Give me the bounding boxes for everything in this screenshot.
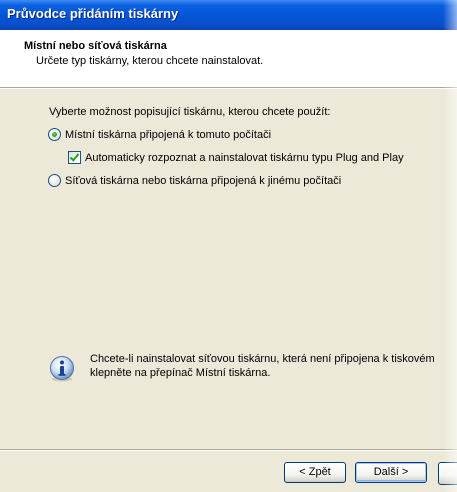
wizard-header: Místní nebo síťová tiskárna Určete typ t… <box>0 30 457 88</box>
radio-button-selected[interactable] <box>48 128 61 141</box>
next-button[interactable]: Další > <box>355 462 427 483</box>
back-button[interactable]: < Zpět <box>284 462 346 483</box>
wizard-content: Vyberte možnost popisující tiskárnu, kte… <box>0 89 457 439</box>
selection-prompt: Vyberte možnost popisující tiskárnu, kte… <box>49 106 331 118</box>
radio-local-printer-label[interactable]: Místní tiskárna připojená k tomuto počít… <box>65 129 271 141</box>
plug-and-play-label[interactable]: Automaticky rozpoznat a nainstalovat tis… <box>85 152 404 164</box>
radio-button-unselected[interactable] <box>48 174 61 187</box>
footer-divider <box>0 449 457 451</box>
title-bar[interactable]: Průvodce přidáním tiskárny <box>0 0 457 30</box>
info-icon <box>50 356 74 382</box>
cancel-button-partial[interactable] <box>438 462 457 485</box>
radio-network-printer[interactable]: Síťová tiskárna nebo tiskárna připojená … <box>48 174 341 187</box>
add-printer-wizard-window: Průvodce přidáním tiskárny Místní nebo s… <box>0 0 457 492</box>
page-title: Místní nebo síťová tiskárna <box>24 40 167 52</box>
radio-local-printer[interactable]: Místní tiskárna připojená k tomuto počít… <box>48 128 271 141</box>
plug-and-play-checkbox[interactable]: Automaticky rozpoznat a nainstalovat tis… <box>68 151 404 164</box>
checkbox-checked[interactable] <box>68 151 81 164</box>
window-title: Průvodce přidáním tiskárny <box>7 6 179 21</box>
radio-network-printer-label[interactable]: Síťová tiskárna nebo tiskárna připojená … <box>65 175 341 187</box>
info-text-line-1: Chcete-li nainstalovat síťovou tiskárnu,… <box>90 353 435 365</box>
page-subtitle: Určete typ tiskárny, kterou chcete nains… <box>36 55 264 67</box>
info-text: Chcete-li nainstalovat síťovou tiskárnu,… <box>90 352 457 380</box>
info-text-line-2: klepněte na přepínač Místní tiskárna. <box>90 367 271 379</box>
